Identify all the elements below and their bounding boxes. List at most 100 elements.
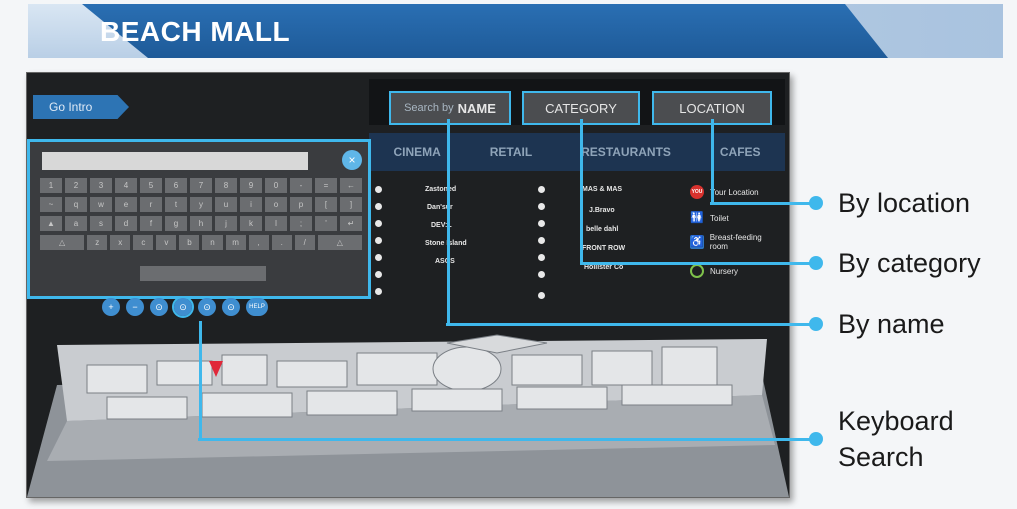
list-bullet — [538, 203, 545, 210]
key[interactable]: ; — [290, 216, 312, 231]
key[interactable]: 1 — [40, 178, 62, 193]
keyboard-row: △ z x c v b n m , . / △ — [40, 235, 362, 250]
key[interactable]: w — [90, 197, 112, 212]
list-item[interactable]: J.Bravo — [589, 207, 615, 214]
key[interactable]: . — [271, 235, 292, 250]
list-item[interactable]: belle dahl — [586, 226, 618, 233]
key[interactable]: c — [133, 235, 154, 250]
callout-search: Search — [838, 442, 924, 472]
legend-toilet: 🚻 Toilet — [690, 211, 729, 225]
close-icon[interactable]: × — [342, 150, 362, 170]
tab-cafes[interactable]: CAFES — [720, 145, 761, 159]
key[interactable]: 3 — [90, 178, 112, 193]
key[interactable]: m — [225, 235, 246, 250]
legend-label: Toilet — [710, 213, 729, 223]
key[interactable]: 5 — [140, 178, 162, 193]
key[interactable]: v — [156, 235, 177, 250]
key[interactable]: n — [202, 235, 223, 250]
list-bullet — [375, 203, 382, 210]
tab-cinema[interactable]: CINEMA — [393, 145, 440, 159]
key[interactable]: y — [190, 197, 212, 212]
key[interactable]: e — [115, 197, 137, 212]
keyboard-tool-icon[interactable]: ⊙ — [172, 296, 194, 318]
search-by-name-button[interactable]: Search by NAME — [389, 91, 511, 125]
category-connector — [580, 119, 583, 265]
key[interactable]: t — [165, 197, 187, 212]
key[interactable]: 2 — [65, 178, 87, 193]
zoom-in-icon[interactable]: + — [102, 298, 120, 316]
legend-label: Nursery — [710, 266, 739, 276]
shift-key[interactable]: △ — [317, 235, 362, 250]
key[interactable]: - — [290, 178, 312, 193]
keyboard-row: 1 2 3 4 5 6 7 8 9 0 - = ← — [40, 178, 362, 193]
key[interactable]: x — [110, 235, 131, 250]
page-title: BEACH MALL — [100, 16, 291, 47]
key[interactable]: 8 — [215, 178, 237, 193]
key[interactable]: 6 — [165, 178, 187, 193]
tab-restaurants[interactable]: RESTAURANTS — [581, 145, 671, 159]
key[interactable]: a — [65, 216, 87, 231]
key[interactable]: p — [290, 197, 312, 212]
key[interactable]: l — [265, 216, 287, 231]
list-bullet — [375, 288, 382, 295]
key[interactable]: q — [65, 197, 87, 212]
list-item[interactable]: FRONT ROW — [582, 245, 625, 252]
you-are-here-pin-icon: YOU — [690, 185, 704, 199]
key[interactable]: 0 — [265, 178, 287, 193]
kiosk-screen: Go Intro Search by NAME CATEGORY LOCATIO… — [26, 72, 790, 498]
map-tool-icon[interactable]: ⊙ — [150, 298, 168, 316]
enter-key[interactable]: ↵ — [340, 216, 362, 231]
key[interactable]: o — [265, 197, 287, 212]
key[interactable]: k — [240, 216, 262, 231]
list-item[interactable]: Hollister Co — [584, 264, 623, 271]
name-label: NAME — [457, 100, 496, 116]
key[interactable]: r — [140, 197, 162, 212]
key[interactable]: i — [240, 197, 262, 212]
name-connector — [446, 323, 816, 326]
zoom-out-icon[interactable]: − — [126, 298, 144, 316]
map-tool-icon[interactable]: ⊙ — [222, 298, 240, 316]
shift-key[interactable]: △ — [40, 235, 85, 250]
key[interactable]: ] — [340, 197, 362, 212]
list-item[interactable]: Stone Island — [425, 240, 467, 247]
legend-breastfeeding: ♿ Breast-feeding room — [690, 233, 780, 251]
key[interactable]: z — [87, 235, 108, 250]
go-intro-button[interactable]: Go Intro — [33, 95, 129, 119]
on-screen-keyboard: × 1 2 3 4 5 6 7 8 9 0 - = ← ~ q w e r t … — [27, 139, 371, 299]
key[interactable]: ~ — [40, 197, 62, 212]
list-bullet — [375, 237, 382, 244]
key[interactable]: g — [165, 216, 187, 231]
key[interactable]: ' — [315, 216, 337, 231]
key[interactable]: h — [190, 216, 212, 231]
list-bullet — [375, 220, 382, 227]
spacebar-key[interactable] — [140, 266, 266, 281]
key[interactable]: j — [215, 216, 237, 231]
key[interactable]: , — [248, 235, 269, 250]
mall-map[interactable] — [27, 325, 789, 497]
keyboard-search-input[interactable] — [42, 152, 308, 170]
tab-retail[interactable]: RETAIL — [490, 145, 532, 159]
key[interactable]: [ — [315, 197, 337, 212]
list-item[interactable]: MAS & MAS — [582, 186, 622, 193]
key[interactable]: 9 — [240, 178, 262, 193]
key[interactable]: / — [294, 235, 315, 250]
map-tool-icon[interactable]: ⊙ — [198, 298, 216, 316]
key[interactable]: u — [215, 197, 237, 212]
header-banner: BEACH MALL — [28, 4, 1003, 58]
caps-key[interactable]: ▲ — [40, 216, 62, 231]
location-connector — [710, 202, 816, 205]
key[interactable]: 7 — [190, 178, 212, 193]
key[interactable]: d — [115, 216, 137, 231]
help-button[interactable]: HELP — [246, 298, 268, 316]
list-bullet — [375, 186, 382, 193]
backspace-key[interactable]: ← — [340, 178, 362, 193]
list-item[interactable]: ASOS — [435, 258, 455, 265]
list-item[interactable]: Zastoned — [425, 186, 456, 193]
key[interactable]: b — [179, 235, 200, 250]
key[interactable]: = — [315, 178, 337, 193]
key[interactable]: s — [90, 216, 112, 231]
callout-dot — [809, 432, 823, 446]
list-bullet — [538, 186, 545, 193]
key[interactable]: f — [140, 216, 162, 231]
key[interactable]: 4 — [115, 178, 137, 193]
